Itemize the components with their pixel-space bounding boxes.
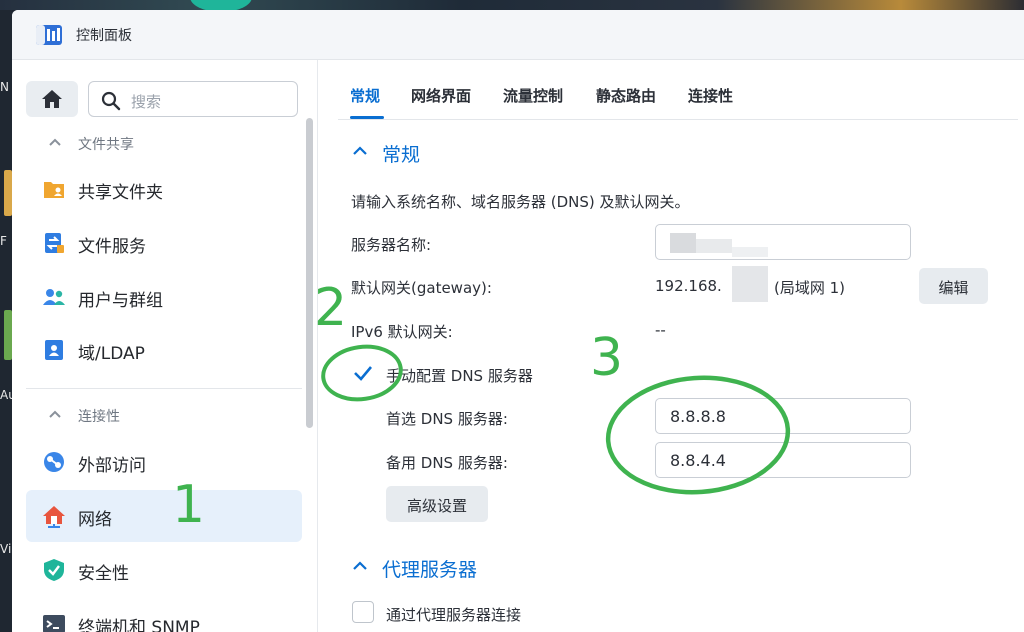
desktop-icon[interactable] [4, 310, 12, 360]
sidebar-item-label: 用户与群组 [78, 291, 163, 311]
redacted-server-name [696, 239, 732, 253]
sidebar-section-label: 文件共享 [78, 137, 134, 153]
ipv6-gateway-value: -- [655, 321, 666, 339]
chevron-up-icon [353, 561, 367, 570]
gateway-label: 默认网关(gateway): [351, 279, 492, 297]
annotation-number-3: 3 [590, 328, 624, 388]
tab-static-route[interactable]: 静态路由 [596, 85, 656, 106]
search-icon [101, 91, 121, 111]
annotation-circle-dns [605, 375, 791, 495]
sidebar-item-users-groups[interactable]: 用户与群组 [26, 271, 302, 323]
sidebar-item-label: 文件服务 [78, 237, 146, 257]
control-panel-app-icon [36, 25, 62, 45]
alternate-dns-label: 备用 DNS 服务器: [386, 454, 508, 472]
chevron-up-icon [353, 146, 367, 155]
sidebar-item-file-services[interactable]: 文件服务 [26, 217, 302, 269]
connect-via-proxy-checkbox[interactable] [352, 601, 374, 623]
title-bar[interactable]: 控制面板 [12, 10, 1024, 60]
sidebar-item-security[interactable]: 安全性 [26, 544, 302, 596]
sidebar-item-terminal-snmp[interactable]: 终端机和 SNMP [26, 598, 302, 632]
annotation-number-2: 2 [314, 278, 348, 338]
server-name-label: 服务器名称: [351, 236, 432, 254]
section-general-title: 常规 [382, 144, 421, 166]
redacted-server-name [732, 247, 768, 257]
desktop-icon-label[interactable]: Vi [0, 542, 11, 556]
active-tab-indicator [350, 116, 384, 119]
desktop-left-strip: N F Au Vi [0, 10, 16, 632]
advanced-settings-button[interactable]: 高级设置 [386, 486, 488, 522]
sidebar-item-label: 共享文件夹 [78, 183, 163, 203]
annotation-circle-checkbox [321, 344, 403, 402]
terminal-icon [43, 615, 65, 632]
section-proxy-title: 代理服务器 [382, 559, 478, 581]
chevron-up-icon [49, 410, 61, 418]
sidebar-item-label: 安全性 [78, 564, 129, 584]
file-services-icon [45, 233, 64, 253]
sidebar-divider [26, 388, 302, 389]
external-access-icon [44, 452, 64, 472]
desktop-icon[interactable] [4, 170, 12, 216]
search-placeholder: 搜索 [131, 93, 162, 111]
tab-general[interactable]: 常规 [350, 85, 380, 106]
tab-bar: 常规 网络界面 流量控制 静态路由 连接性 [338, 60, 1018, 120]
redacted-gateway-octet [732, 266, 768, 302]
sidebar-item-shared-folder[interactable]: 共享文件夹 [26, 163, 302, 215]
security-shield-icon [44, 559, 64, 581]
general-description: 请输入系统名称、域名服务器 (DNS) 及默认网关。 [351, 193, 690, 211]
control-panel-window: 控制面板 搜索 文件共享 共享文件夹 文件服务 用户与群组 域/LDAP 连接性… [12, 10, 1024, 632]
annotation-number-1: 1 [172, 475, 206, 535]
sidebar-item-label: 域/LDAP [78, 344, 145, 364]
sidebar-item-label: 终端机和 SNMP [78, 618, 200, 632]
gateway-value: 192.168. [655, 277, 722, 295]
server-name-input[interactable] [655, 224, 911, 260]
sidebar-item-domain-ldap[interactable]: 域/LDAP [26, 324, 302, 376]
tab-network-interface[interactable]: 网络界面 [411, 85, 471, 106]
network-icon [43, 506, 65, 528]
gateway-interface: (局域网 1) [774, 279, 846, 297]
connect-via-proxy-label: 通过代理服务器连接 [386, 606, 522, 624]
tab-connectivity[interactable]: 连接性 [688, 85, 733, 106]
shared-folder-icon [44, 182, 64, 198]
desktop-top-strip [0, 0, 1024, 12]
chevron-up-icon [49, 138, 61, 146]
redacted-server-name [670, 233, 696, 253]
tab-traffic-control[interactable]: 流量控制 [503, 85, 563, 106]
sidebar-item-label: 网络 [78, 510, 112, 530]
desktop-icon-label[interactable]: F [0, 234, 7, 248]
sidebar-item-label: 外部访问 [78, 456, 146, 476]
desktop-icon-label[interactable]: N [0, 80, 9, 94]
window-title: 控制面板 [76, 28, 132, 44]
search-input[interactable]: 搜索 [88, 81, 298, 117]
home-button[interactable] [26, 81, 78, 117]
sidebar-section-label: 连接性 [78, 409, 120, 425]
edit-gateway-button[interactable]: 编辑 [919, 268, 988, 304]
sidebar-item-external-access[interactable]: 外部访问 [26, 436, 302, 488]
domain-ldap-icon [45, 340, 63, 360]
sidebar-item-network[interactable]: 网络 [26, 490, 302, 542]
home-icon [42, 90, 62, 108]
user-group-icon [43, 289, 65, 305]
